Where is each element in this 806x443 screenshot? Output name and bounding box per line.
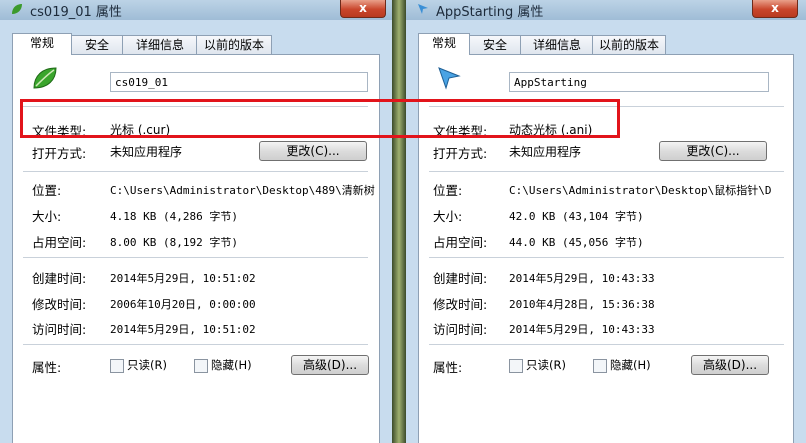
filename-field[interactable]: AppStarting (509, 72, 769, 92)
location-label: 位置: (433, 183, 463, 198)
watermark: 爱纯净 aichunjing.com (612, 386, 802, 440)
divider (429, 171, 784, 172)
created-label: 创建时间: (32, 271, 87, 286)
tab-previous-versions[interactable]: 以前的版本 (196, 35, 272, 54)
tab-general[interactable]: 常规 (12, 33, 72, 55)
advanced-button[interactable]: 高级(D)... (291, 355, 369, 375)
size-label: 大小: (32, 209, 62, 224)
title-bar[interactable]: AppStarting 属性 x (406, 0, 806, 20)
tab-general[interactable]: 常规 (418, 33, 470, 55)
leaf-icon (12, 4, 22, 14)
dialog-frame: 常规 安全 详细信息 以前的版本 AppStarting 文件类型: 动态光标 … (406, 20, 806, 443)
size-value: 4.18 KB (4,286 字节) (110, 210, 238, 223)
modified-value: 2010年4月28日, 15:36:38 (509, 298, 655, 311)
cursor-arrow-icon (418, 4, 428, 14)
location-value: C:\Users\Administrator\Desktop\489\清新树 (110, 184, 375, 197)
tab-details[interactable]: 详细信息 (122, 35, 198, 54)
watermark-url: aichunjing.com (682, 424, 775, 437)
window-title: AppStarting 属性 (436, 5, 544, 20)
properties-window-right: AppStarting 属性 x 常规 安全 详细信息 以前的版本 AppSta… (406, 0, 806, 443)
accessed-value: 2014年5月29日, 10:51:02 (110, 323, 256, 336)
close-button[interactable]: x (340, 0, 386, 18)
accessed-value: 2014年5月29日, 10:43:33 (509, 323, 655, 336)
cursor-arrow-icon (438, 67, 461, 90)
open-with-label: 打开方式: (433, 146, 488, 161)
readonly-label: 只读(R) (526, 358, 566, 372)
readonly-checkbox[interactable] (509, 359, 523, 373)
open-with-label: 打开方式: (32, 146, 87, 161)
divider (23, 257, 368, 258)
disk-size-label: 占用空间: (433, 235, 488, 250)
readonly-checkbox[interactable] (110, 359, 124, 373)
hidden-label: 隐藏(H) (211, 358, 252, 372)
dialog-frame: 常规 安全 详细信息 以前的版本 cs019_01 文件类型: 光标 (.cur… (0, 20, 392, 443)
size-value: 42.0 KB (43,104 字节) (509, 210, 644, 223)
divider (429, 257, 784, 258)
location-label: 位置: (32, 183, 62, 198)
created-value: 2014年5月29日, 10:51:02 (110, 272, 256, 285)
disk-size-label: 占用空间: (32, 235, 87, 250)
created-value: 2014年5月29日, 10:43:33 (509, 272, 655, 285)
disk-size-value: 44.0 KB (45,056 字节) (509, 236, 644, 249)
title-bar[interactable]: cs019_01 属性 x (0, 0, 392, 20)
attributes-label: 属性: (433, 360, 463, 375)
modified-label: 修改时间: (32, 297, 87, 312)
filename-field[interactable]: cs019_01 (110, 72, 368, 92)
close-button[interactable]: x (752, 0, 798, 18)
readonly-label: 只读(R) (127, 358, 167, 372)
leaf-cursor-icon (33, 67, 57, 89)
accessed-label: 访问时间: (433, 322, 488, 337)
modified-value: 2006年10月20日, 0:00:00 (110, 298, 256, 311)
location-value: C:\Users\Administrator\Desktop\鼠标指针\D (509, 184, 772, 197)
tab-security[interactable]: 安全 (468, 35, 522, 54)
tab-security[interactable]: 安全 (70, 35, 124, 54)
file-type-highlight-box (20, 99, 620, 138)
watermark-logo-icon (613, 389, 663, 431)
change-button[interactable]: 更改(C)... (659, 141, 767, 161)
tab-details[interactable]: 详细信息 (520, 35, 594, 54)
disk-size-value: 8.00 KB (8,192 字节) (110, 236, 238, 249)
properties-window-left: cs019_01 属性 x 常规 安全 详细信息 以前的版本 cs019_01 … (0, 0, 392, 443)
tab-previous-versions[interactable]: 以前的版本 (592, 35, 666, 54)
modified-label: 修改时间: (433, 297, 488, 312)
divider (23, 344, 368, 345)
accessed-label: 访问时间: (32, 322, 87, 337)
change-button[interactable]: 更改(C)... (259, 141, 367, 161)
created-label: 创建时间: (433, 271, 488, 286)
open-with-value: 未知应用程序 (110, 145, 183, 159)
divider (23, 171, 368, 172)
hidden-label: 隐藏(H) (610, 358, 651, 372)
size-label: 大小: (433, 209, 463, 224)
advanced-button[interactable]: 高级(D)... (691, 355, 769, 375)
hidden-checkbox[interactable] (194, 359, 208, 373)
window-gap (392, 0, 406, 443)
hidden-checkbox[interactable] (593, 359, 607, 373)
attributes-label: 属性: (32, 360, 62, 375)
open-with-value: 未知应用程序 (509, 145, 582, 159)
divider (429, 344, 784, 345)
window-title: cs019_01 属性 (30, 5, 122, 20)
